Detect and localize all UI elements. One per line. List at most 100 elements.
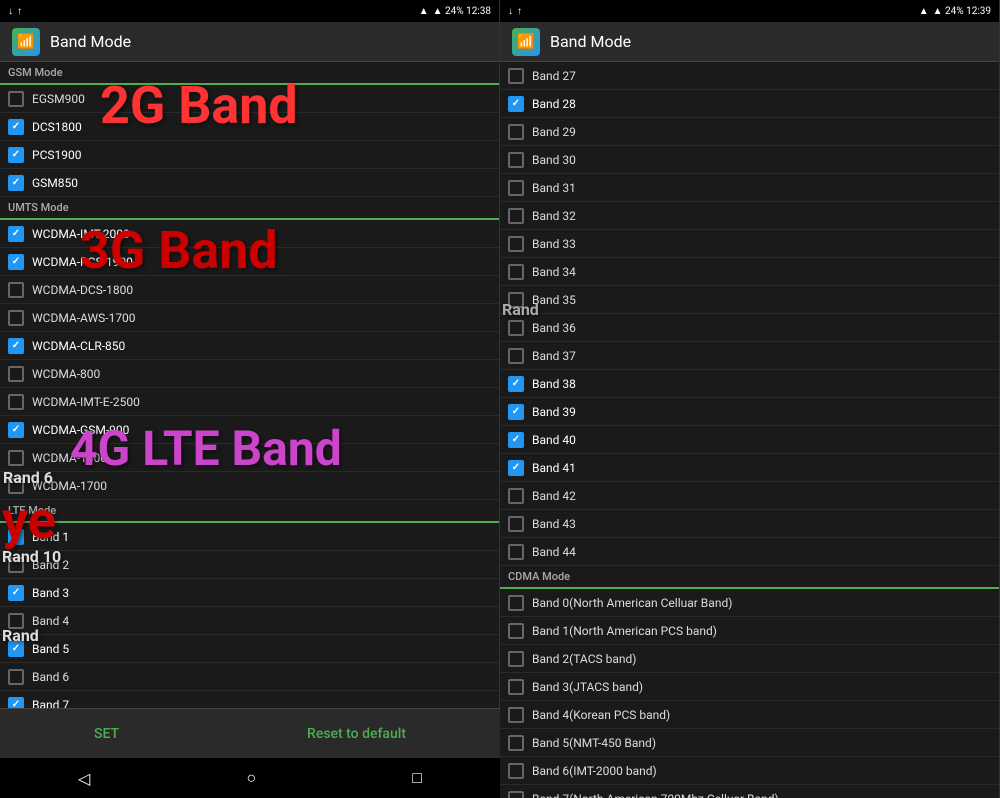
checkbox-cdma-band2[interactable] <box>508 651 524 667</box>
checkbox-band28[interactable] <box>508 96 524 112</box>
list-item[interactable]: Band 6(IMT-2000 band) <box>500 757 999 785</box>
list-item[interactable]: GSM850 <box>0 169 499 197</box>
checkbox-wcdma-pcs1900[interactable] <box>8 254 24 270</box>
list-item[interactable]: Band 5 <box>0 635 499 663</box>
list-item[interactable]: Band 4(Korean PCS band) <box>500 701 999 729</box>
checkbox-band42[interactable] <box>508 488 524 504</box>
checkbox-band44[interactable] <box>508 544 524 560</box>
list-item[interactable]: Band 3 <box>0 579 499 607</box>
checkbox-cdma-band4[interactable] <box>508 707 524 723</box>
checkbox-dcs1800[interactable] <box>8 119 24 135</box>
list-item[interactable]: EGSM900 <box>0 85 499 113</box>
checkbox-gsm850[interactable] <box>8 175 24 191</box>
checkbox-band41[interactable] <box>508 460 524 476</box>
list-item[interactable]: Band 7(North American 700Mhz Celluar Ban… <box>500 785 999 798</box>
checkbox-band34[interactable] <box>508 264 524 280</box>
left-recent-button[interactable]: □ <box>412 768 422 788</box>
checkbox-band38[interactable] <box>508 376 524 392</box>
checkbox-cdma-band0[interactable] <box>508 595 524 611</box>
checkbox-wcdma-dcs1800[interactable] <box>8 282 24 298</box>
list-item[interactable]: WCDMA-800 <box>0 360 499 388</box>
list-item[interactable]: Band 28 <box>500 90 999 118</box>
checkbox-band4[interactable] <box>8 613 24 629</box>
list-item[interactable]: Band 30 <box>500 146 999 174</box>
list-item[interactable]: WCDMA-DCS-1800 <box>0 276 499 304</box>
list-item[interactable]: Band 39 <box>500 398 999 426</box>
checkbox-band40[interactable] <box>508 432 524 448</box>
list-item[interactable]: Band 34 <box>500 258 999 286</box>
list-item[interactable]: Band 32 <box>500 202 999 230</box>
list-item[interactable]: Band 41 <box>500 454 999 482</box>
list-item[interactable]: WCDMA-GSM-900 <box>0 416 499 444</box>
checkbox-band27[interactable] <box>508 68 524 84</box>
checkbox-cdma-band1[interactable] <box>508 623 524 639</box>
checkbox-band6[interactable] <box>8 669 24 685</box>
left-set-button[interactable]: SET <box>74 718 139 750</box>
list-item[interactable]: Band 37 <box>500 342 999 370</box>
list-item[interactable]: Band 3(JTACS band) <box>500 673 999 701</box>
list-item[interactable]: WCDMA-1800 <box>0 444 499 472</box>
list-item[interactable]: Band 6 <box>0 663 499 691</box>
list-item[interactable]: Band 35 <box>500 286 999 314</box>
checkbox-cdma-band3[interactable] <box>508 679 524 695</box>
list-item[interactable]: Band 1 <box>0 523 499 551</box>
checkbox-band29[interactable] <box>508 124 524 140</box>
checkbox-cdma-band6[interactable] <box>508 763 524 779</box>
checkbox-egsm900[interactable] <box>8 91 24 107</box>
list-item[interactable]: Band 42 <box>500 482 999 510</box>
checkbox-wcdma-aws1700[interactable] <box>8 310 24 326</box>
checkbox-band5[interactable] <box>8 641 24 657</box>
checkbox-band1[interactable] <box>8 529 24 545</box>
list-item[interactable]: Band 33 <box>500 230 999 258</box>
list-item[interactable]: WCDMA-CLR-850 <box>0 332 499 360</box>
right-scroll-content[interactable]: Band 27 Band 28 Band 29 Band 30 Band 31 … <box>500 62 999 798</box>
checkbox-band36[interactable] <box>508 320 524 336</box>
list-item[interactable]: WCDMA-1700 <box>0 472 499 500</box>
checkbox-cdma-band7[interactable] <box>508 791 524 798</box>
checkbox-wcdma-800[interactable] <box>8 366 24 382</box>
checkbox-band31[interactable] <box>508 180 524 196</box>
list-item[interactable]: Band 5(NMT-450 Band) <box>500 729 999 757</box>
checkbox-band30[interactable] <box>508 152 524 168</box>
list-item[interactable]: DCS1800 <box>0 113 499 141</box>
list-item[interactable]: Band 43 <box>500 510 999 538</box>
checkbox-band43[interactable] <box>508 516 524 532</box>
checkbox-wcdma-imte2500[interactable] <box>8 394 24 410</box>
list-item[interactable]: Band 44 <box>500 538 999 566</box>
left-scroll-content[interactable]: GSM Mode EGSM900 DCS1800 PCS1900 GSM850 … <box>0 62 499 798</box>
list-item[interactable]: Band 2(TACS band) <box>500 645 999 673</box>
list-item[interactable]: Band 1(North American PCS band) <box>500 617 999 645</box>
list-item[interactable]: WCDMA-AWS-1700 <box>0 304 499 332</box>
item-label-egsm900: EGSM900 <box>32 92 85 106</box>
list-item[interactable]: WCDMA-IMT-E-2500 <box>0 388 499 416</box>
list-item[interactable]: Band 2 <box>0 551 499 579</box>
left-back-button[interactable]: ◁ <box>78 769 90 788</box>
checkbox-cdma-band5[interactable] <box>508 735 524 751</box>
list-item[interactable]: PCS1900 <box>0 141 499 169</box>
checkbox-band35[interactable] <box>508 292 524 308</box>
checkbox-wcdma-1700[interactable] <box>8 478 24 494</box>
checkbox-band33[interactable] <box>508 236 524 252</box>
list-item[interactable]: Band 29 <box>500 118 999 146</box>
left-reset-button[interactable]: Reset to default <box>287 718 426 750</box>
list-item[interactable]: Band 0(North American Celluar Band) <box>500 589 999 617</box>
checkbox-wcdma-clr850[interactable] <box>8 338 24 354</box>
checkbox-band3[interactable] <box>8 585 24 601</box>
checkbox-wcdma-imt2000[interactable] <box>8 226 24 242</box>
checkbox-band39[interactable] <box>508 404 524 420</box>
checkbox-band2[interactable] <box>8 557 24 573</box>
list-item[interactable]: WCDMA-IMT-2000 <box>0 220 499 248</box>
list-item[interactable]: Band 4 <box>0 607 499 635</box>
checkbox-pcs1900[interactable] <box>8 147 24 163</box>
checkbox-wcdma-1800[interactable] <box>8 450 24 466</box>
left-home-button[interactable]: ○ <box>246 768 256 788</box>
list-item[interactable]: WCDMA-PCS-1900 <box>0 248 499 276</box>
checkbox-band32[interactable] <box>508 208 524 224</box>
list-item[interactable]: Band 31 <box>500 174 999 202</box>
list-item[interactable]: Band 38 <box>500 370 999 398</box>
checkbox-band37[interactable] <box>508 348 524 364</box>
checkbox-wcdma-gsm900[interactable] <box>8 422 24 438</box>
list-item[interactable]: Band 36 <box>500 314 999 342</box>
list-item[interactable]: Band 40 <box>500 426 999 454</box>
list-item[interactable]: Band 27 <box>500 62 999 90</box>
